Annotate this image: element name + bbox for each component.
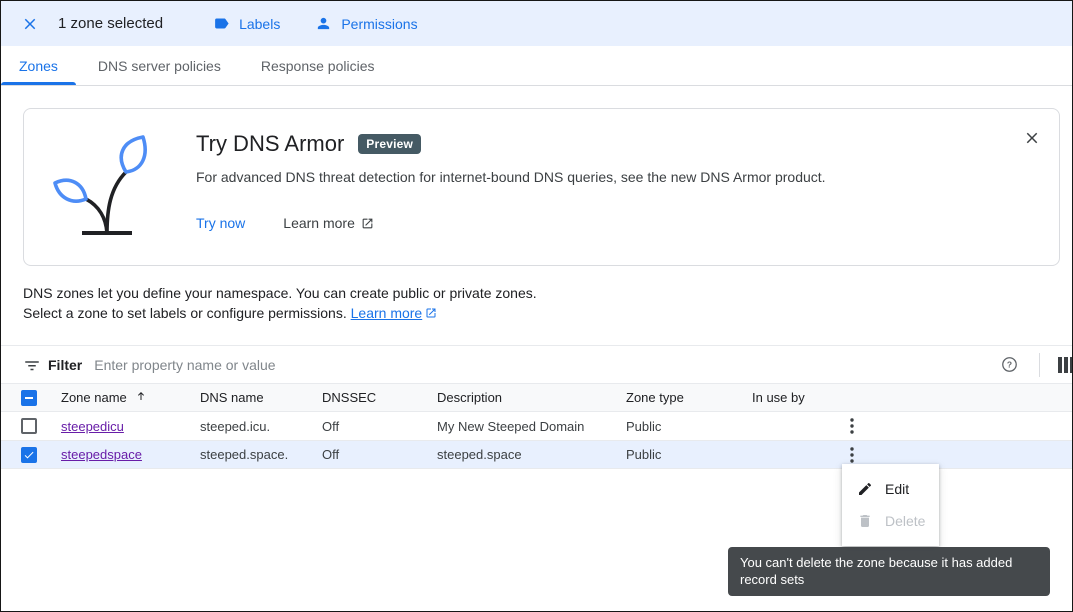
zone-type-cell: Public [626,419,752,434]
column-header-in-use-by-label: In use by [752,390,805,405]
edit-pencil-icon [857,481,873,497]
description-cell: My New Steeped Domain [437,419,626,434]
tab-response-policies-label: Response policies [261,58,375,74]
tab-response-policies[interactable]: Response policies [243,46,393,85]
svg-text:?: ? [1007,359,1012,369]
dnssec-cell: Off [322,419,437,434]
promo-card-body: Try DNS Armor Preview For advanced DNS t… [196,129,826,245]
filter-icon [23,356,41,374]
dns-armor-promo-card: Try DNS Armor Preview For advanced DNS t… [23,108,1060,266]
permissions-button-label: Permissions [341,16,417,32]
filter-input[interactable] [94,357,1072,373]
preview-badge: Preview [358,134,421,154]
dns-name-cell: steeped.icu. [200,419,322,434]
sort-ascending-icon [135,390,147,405]
tab-dns-server-policies-label: DNS server policies [98,58,221,74]
column-header-zone-type-label: Zone type [626,390,684,405]
row-actions-kebab-icon[interactable] [844,416,860,436]
table-row: steepedicu steeped.icu. Off My New Steep… [1,411,1072,440]
promo-title: Try DNS Armor [196,131,344,157]
description-cell: steeped.space [437,447,626,462]
dns-zones-page: 1 zone selected Labels Permissions Zones… [0,0,1073,612]
intro-learn-more-link[interactable]: Learn more [351,305,423,321]
column-header-zone-type[interactable]: Zone type [626,390,752,405]
tab-bar: Zones DNS server policies Response polic… [1,46,1072,86]
try-now-link[interactable]: Try now [196,215,245,231]
label-tag-icon [213,15,230,32]
toolbar-divider [1039,353,1040,377]
tab-zones-label: Zones [19,58,58,74]
filter-label: Filter [48,357,82,373]
external-link-icon [361,217,374,230]
menu-item-edit-label: Edit [885,481,909,497]
menu-item-delete-label: Delete [885,513,925,529]
column-header-dnssec[interactable]: DNSSEC [322,390,437,405]
zone-name-link[interactable]: steepedicu [61,419,124,434]
column-header-zone-name-label: Zone name [61,390,127,405]
filter-bar: Filter ? [1,345,1072,383]
selection-bar: 1 zone selected Labels Permissions [1,1,1072,46]
help-icon[interactable]: ? [1001,356,1018,373]
menu-item-edit[interactable]: Edit [842,473,939,505]
column-header-description[interactable]: Description [437,390,626,405]
column-header-in-use-by[interactable]: In use by [752,390,832,405]
column-display-options-icon[interactable] [1058,357,1073,373]
tab-zones[interactable]: Zones [1,46,76,85]
row-checkbox[interactable] [21,447,37,463]
column-header-zone-name[interactable]: Zone name [61,390,200,405]
row-checkbox[interactable] [21,418,37,434]
column-header-dns-name-label: DNS name [200,390,264,405]
page-intro: DNS zones let you define your namespace.… [23,283,1072,324]
row-actions-kebab-icon[interactable] [844,445,860,465]
dnssec-cell: Off [322,447,437,462]
labels-button[interactable]: Labels [213,15,280,32]
permissions-button[interactable]: Permissions [315,15,417,32]
column-header-dns-name[interactable]: DNS name [200,390,322,405]
column-header-dnssec-label: DNSSEC [322,390,376,405]
menu-item-delete[interactable]: Delete [842,505,939,537]
promo-learn-more-label: Learn more [283,215,355,231]
labels-button-label: Labels [239,16,280,32]
intro-line-2-text: Select a zone to set labels or configure… [23,305,347,321]
promo-close-icon[interactable] [1023,129,1041,147]
intro-line-1: DNS zones let you define your namespace.… [23,283,1072,303]
select-all-checkbox[interactable] [21,390,37,406]
intro-line-2: Select a zone to set labels or configure… [23,303,1072,324]
person-icon [315,15,332,32]
delete-trash-icon [857,513,873,529]
selection-count-label: 1 zone selected [58,15,163,32]
delete-disabled-tooltip: You can't delete the zone because it has… [728,547,1050,596]
column-header-description-label: Description [437,390,502,405]
zone-type-cell: Public [626,447,752,462]
promo-description: For advanced DNS threat detection for in… [196,169,826,185]
zones-table: Zone name DNS name DNSSEC Description Zo… [1,383,1072,469]
promo-learn-more-link[interactable]: Learn more [283,215,374,231]
table-header-row: Zone name DNS name DNSSEC Description Zo… [1,383,1072,411]
tab-dns-server-policies[interactable]: DNS server policies [80,46,239,85]
row-actions-menu: Edit Delete [842,464,939,546]
sprout-illustration-icon [50,132,162,244]
clear-selection-icon[interactable] [21,15,39,33]
dns-name-cell: steeped.space. [200,447,322,462]
zone-name-link[interactable]: steepedspace [61,447,142,462]
external-link-icon [425,304,437,324]
